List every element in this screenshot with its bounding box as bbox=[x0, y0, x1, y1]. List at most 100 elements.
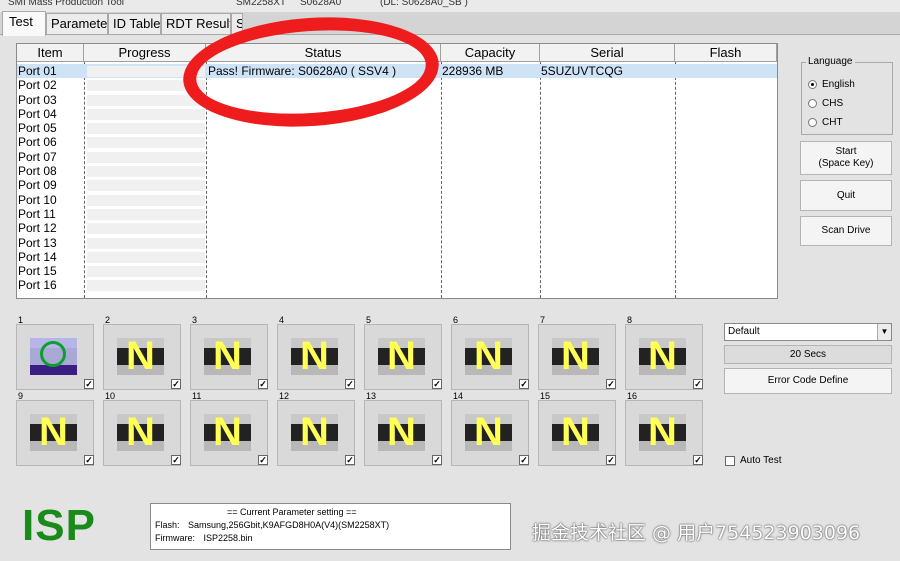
tab-id-table[interactable]: ID Table bbox=[108, 13, 161, 35]
port-tile[interactable]: 3 N ✓ bbox=[190, 315, 268, 390]
radio-icon[interactable] bbox=[808, 99, 817, 108]
port-no-device-icon: N bbox=[639, 410, 686, 454]
auto-test-checkbox[interactable] bbox=[725, 456, 735, 466]
progress-bar bbox=[87, 280, 205, 292]
table-row[interactable]: Port 05 bbox=[17, 121, 777, 135]
port-tile[interactable]: 11 N ✓ bbox=[190, 391, 268, 466]
progress-bar bbox=[87, 108, 205, 120]
grid-header: Item Progress Status Capacity Serial Fla… bbox=[17, 44, 777, 62]
firmware-value: ISP2258.bin bbox=[203, 533, 253, 543]
profile-select[interactable]: Default ▼ bbox=[724, 323, 892, 341]
radio-icon[interactable] bbox=[808, 118, 817, 127]
table-row[interactable]: Port 06 bbox=[17, 135, 777, 149]
port-number: 9 bbox=[18, 391, 24, 401]
port-state-letter: N bbox=[126, 334, 155, 378]
port-enable-checkbox[interactable]: ✓ bbox=[345, 455, 355, 465]
table-row[interactable]: Port 15 bbox=[17, 264, 777, 278]
port-state-letter: N bbox=[387, 334, 416, 378]
status-cell: Pass! Firmware: S0628A0 ( SSV4 ) bbox=[208, 64, 397, 78]
port-tile[interactable]: 7 N ✓ bbox=[538, 315, 616, 390]
table-row[interactable]: Port 16 bbox=[17, 278, 777, 292]
port-cell: Port 02 bbox=[18, 78, 57, 93]
port-enable-checkbox[interactable]: ✓ bbox=[258, 379, 268, 389]
tab-s[interactable]: S bbox=[231, 13, 243, 35]
port-enable-checkbox[interactable]: ✓ bbox=[345, 379, 355, 389]
table-row[interactable]: Port 14 bbox=[17, 250, 777, 264]
port-cell: Port 13 bbox=[18, 235, 57, 250]
table-row[interactable]: Port 09 bbox=[17, 178, 777, 192]
port-number: 12 bbox=[279, 391, 290, 401]
port-enable-checkbox[interactable]: ✓ bbox=[519, 379, 529, 389]
column-header-serial[interactable]: Serial bbox=[540, 44, 675, 62]
grid-rows: Port 01 Pass! Firmware: S0628A0 ( SSV4 ) 2… bbox=[17, 64, 777, 293]
dl-title: (DL: S0628A0_SB ) bbox=[380, 0, 468, 8]
port-tile[interactable]: 4 N ✓ bbox=[277, 315, 355, 390]
port-enable-checkbox[interactable]: ✓ bbox=[693, 379, 703, 389]
column-header-progress[interactable]: Progress bbox=[84, 44, 206, 62]
port-cell: Port 05 bbox=[18, 121, 57, 136]
port-state-letter: N bbox=[126, 410, 155, 454]
table-row[interactable]: Port 13 bbox=[17, 236, 777, 250]
port-enable-checkbox[interactable]: ✓ bbox=[84, 455, 94, 465]
port-tile[interactable]: 8 N ✓ bbox=[625, 315, 703, 390]
tab-rdt-result[interactable]: RDT Result bbox=[161, 13, 231, 35]
port-tile[interactable]: 6 N ✓ bbox=[451, 315, 529, 390]
port-number: 4 bbox=[279, 315, 285, 325]
port-tile[interactable]: 12 N ✓ bbox=[277, 391, 355, 466]
port-cell: Port 08 bbox=[18, 164, 57, 179]
table-row[interactable]: Port 12 bbox=[17, 221, 777, 235]
language-option-chs[interactable]: CHS bbox=[808, 98, 843, 109]
tab-parameter[interactable]: Parameter bbox=[46, 13, 108, 35]
port-cell: Port 07 bbox=[18, 149, 57, 164]
port-enable-checkbox[interactable]: ✓ bbox=[606, 379, 616, 389]
port-cell: Port 06 bbox=[18, 135, 57, 150]
port-enable-checkbox[interactable]: ✓ bbox=[606, 455, 616, 465]
port-tile[interactable]: 10 N ✓ bbox=[103, 391, 181, 466]
column-header-flash[interactable]: Flash bbox=[675, 44, 777, 62]
language-option-english[interactable]: English bbox=[808, 79, 855, 90]
port-status-grid[interactable]: Item Progress Status Capacity Serial Fla… bbox=[16, 43, 778, 299]
progress-bar bbox=[87, 208, 205, 220]
table-row[interactable]: Port 10 bbox=[17, 193, 777, 207]
column-header-item[interactable]: Item bbox=[17, 44, 84, 62]
table-row[interactable]: Port 08 bbox=[17, 164, 777, 178]
port-tile[interactable]: 16 N ✓ bbox=[625, 391, 703, 466]
table-row[interactable]: Port 04 bbox=[17, 107, 777, 121]
port-cell: Port 10 bbox=[18, 192, 57, 207]
port-enable-checkbox[interactable]: ✓ bbox=[258, 455, 268, 465]
scan-drive-button[interactable]: Scan Drive bbox=[800, 216, 892, 246]
port-enable-checkbox[interactable]: ✓ bbox=[84, 379, 94, 389]
tab-test[interactable]: Test bbox=[2, 11, 46, 36]
table-row[interactable]: Port 02 bbox=[17, 78, 777, 92]
port-enable-checkbox[interactable]: ✓ bbox=[432, 379, 442, 389]
port-cell: Port 12 bbox=[18, 221, 57, 236]
port-enable-checkbox[interactable]: ✓ bbox=[693, 455, 703, 465]
port-tile[interactable]: 9 N ✓ bbox=[16, 391, 94, 466]
port-tile[interactable]: 1 ✓ bbox=[16, 315, 94, 390]
table-row[interactable]: Port 01 Pass! Firmware: S0628A0 ( SSV4 ) 2… bbox=[17, 64, 777, 79]
port-enable-checkbox[interactable]: ✓ bbox=[519, 455, 529, 465]
port-no-device-icon: N bbox=[378, 334, 425, 378]
port-tile[interactable]: 15 N ✓ bbox=[538, 391, 616, 466]
table-row[interactable]: Port 11 bbox=[17, 207, 777, 221]
port-enable-checkbox[interactable]: ✓ bbox=[432, 455, 442, 465]
port-tile[interactable]: 5 N ✓ bbox=[364, 315, 442, 390]
port-enable-checkbox[interactable]: ✓ bbox=[171, 379, 181, 389]
port-enable-checkbox[interactable]: ✓ bbox=[171, 455, 181, 465]
port-number: 16 bbox=[627, 391, 638, 401]
table-row[interactable]: Port 03 bbox=[17, 93, 777, 107]
port-tile[interactable]: 13 N ✓ bbox=[364, 391, 442, 466]
port-tile[interactable]: 14 N ✓ bbox=[451, 391, 529, 466]
table-row[interactable]: Port 07 bbox=[17, 150, 777, 164]
language-option-cht[interactable]: CHT bbox=[808, 117, 843, 128]
start-button[interactable]: Start (Space Key) bbox=[800, 141, 892, 175]
port-tile[interactable]: 2 N ✓ bbox=[103, 315, 181, 390]
error-code-define-button[interactable]: Error Code Define bbox=[724, 368, 892, 394]
column-header-capacity[interactable]: Capacity bbox=[441, 44, 540, 62]
serial-cell: 5SUZUVTCQG bbox=[541, 64, 624, 78]
chevron-down-icon[interactable]: ▼ bbox=[877, 324, 891, 340]
quit-button[interactable]: Quit bbox=[800, 180, 892, 211]
column-header-status[interactable]: Status bbox=[206, 44, 441, 62]
port-no-device-icon: N bbox=[639, 334, 686, 378]
radio-selected-icon[interactable] bbox=[808, 80, 817, 89]
